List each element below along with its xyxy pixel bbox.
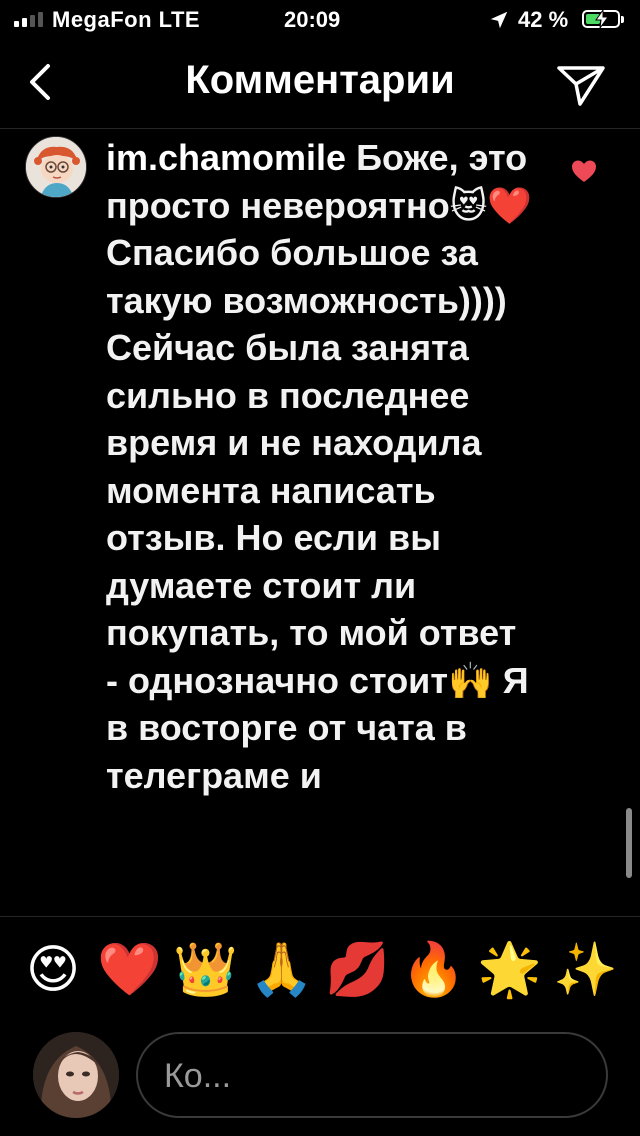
emoji-heart-eyes[interactable]: 😍	[21, 938, 85, 1002]
comment-username[interactable]: im.chamomile	[106, 137, 346, 178]
header: Комментарии	[0, 40, 640, 129]
comment-input[interactable]	[162, 1034, 586, 1118]
emoji-fire[interactable]: 🔥	[401, 938, 466, 1002]
battery-icon	[582, 10, 620, 28]
emoji-crown[interactable]: 👑	[173, 938, 238, 1002]
commenter-avatar[interactable]	[25, 136, 87, 198]
emoji-sparkles[interactable]: ✨	[553, 938, 618, 1002]
status-bar: MegaFon LTE 20:09 42 %	[0, 0, 640, 40]
user-avatar[interactable]	[33, 1032, 119, 1118]
divider	[0, 916, 640, 917]
carrier-label: MegaFon LTE	[52, 7, 201, 32]
scrollbar[interactable]	[626, 808, 632, 878]
battery-cap	[621, 16, 624, 23]
emoji-glowing-star[interactable]: 🌟	[477, 938, 542, 1002]
battery-percent: 42 %	[518, 7, 569, 32]
page-title: Комментарии	[185, 58, 455, 102]
comment-input-wrapper	[136, 1032, 608, 1118]
comment-text: im.chamomile Боже, это просто невероятно…	[106, 134, 536, 799]
location-arrow-icon	[490, 11, 508, 29]
comment-item: im.chamomile Боже, это просто невероятно…	[0, 130, 640, 916]
emoji-kiss-mark[interactable]: 💋	[325, 938, 390, 1002]
paper-plane-icon[interactable]	[556, 62, 606, 106]
comment-body: Боже, это просто невероятно😻❤️ Спасибо б…	[106, 137, 533, 796]
comment-composer	[0, 1020, 640, 1136]
emoji-folded-hands[interactable]: 🙏	[249, 938, 314, 1002]
heart-icon[interactable]	[570, 158, 598, 184]
emoji-quick-bar: 😍 ❤️ 👑 🙏 💋 🔥 🌟 ✨	[0, 922, 640, 1018]
clock: 20:09	[284, 7, 341, 32]
emoji-red-heart[interactable]: ❤️	[97, 938, 162, 1002]
signal-strength-icon	[14, 12, 43, 27]
